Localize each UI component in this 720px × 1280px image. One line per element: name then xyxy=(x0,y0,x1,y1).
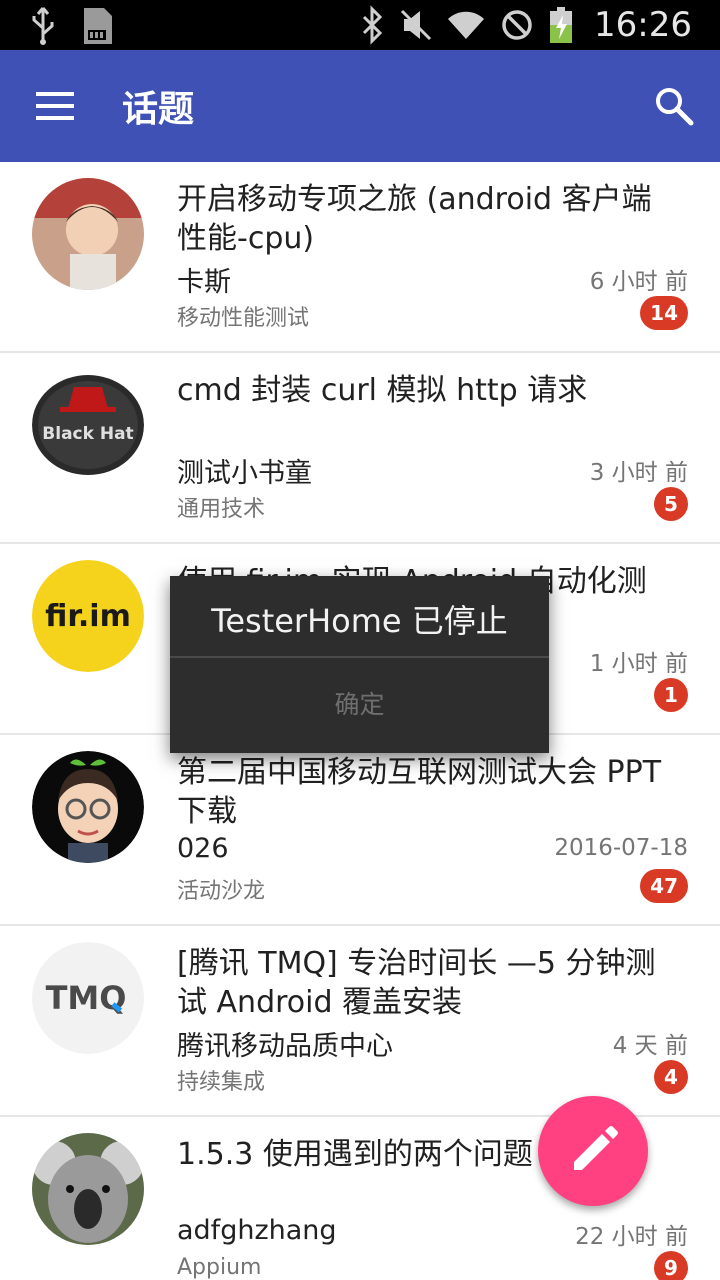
mute-icon xyxy=(400,9,432,41)
pencil-icon xyxy=(574,1126,618,1170)
topic-time: 2016-07-18 xyxy=(554,835,688,861)
topic-author[interactable]: 测试小书童 xyxy=(177,451,312,490)
avatar-logo-text: TMQ xyxy=(46,979,127,1017)
topic-title: cmd 封装 curl 模拟 http 请求 xyxy=(177,373,588,408)
topic-author[interactable]: 卡斯 xyxy=(177,260,231,299)
replies-badge: 47 xyxy=(640,869,688,903)
menu-icon[interactable] xyxy=(36,92,76,120)
replies-badge: 5 xyxy=(654,487,688,521)
replies-badge: 9 xyxy=(654,1251,688,1280)
user-avatar[interactable]: fir.im xyxy=(32,560,144,672)
topic-list-item[interactable]: 第二届中国移动互联网测试大会 PPT 下载 026 2016-07-18 活动沙… xyxy=(0,735,720,926)
no-signal-icon xyxy=(502,10,532,40)
replies-badge: 1 xyxy=(654,678,688,712)
topic-author[interactable]: 026 xyxy=(177,833,229,864)
topic-time: 22 小时 前 xyxy=(575,1224,688,1250)
battery-charging-icon xyxy=(550,7,573,43)
new-topic-button[interactable] xyxy=(538,1096,648,1206)
user-avatar[interactable]: Black Hat xyxy=(32,369,144,481)
topic-title: [腾讯 TMQ] 专治时间长 —5 分钟测试 Android 覆盖安装 xyxy=(177,946,656,1020)
topic-author[interactable]: 腾讯移动品质中心 xyxy=(177,1024,393,1063)
user-avatar[interactable] xyxy=(32,1133,144,1245)
topic-title: 开启移动专项之旅 (android 客户端性能-cpu) xyxy=(177,182,652,256)
topic-time: 3 小时 前 xyxy=(589,460,688,486)
bluetooth-icon xyxy=(362,5,383,45)
user-avatar[interactable]: TMQ xyxy=(32,942,144,1054)
replies-badge: 14 xyxy=(640,296,688,330)
sd-card-icon xyxy=(84,8,112,44)
topic-list-item[interactable]: 开启移动专项之旅 (android 客户端性能-cpu) 卡斯 6 小时 前 移… xyxy=(0,162,720,353)
topic-node[interactable]: 移动性能测试 xyxy=(177,300,309,332)
user-avatar[interactable] xyxy=(32,178,144,290)
topic-node[interactable]: 活动沙龙 xyxy=(177,873,265,905)
ok-button[interactable]: 确定 xyxy=(170,660,549,750)
black-hat-logo-text: Black Hat xyxy=(42,424,133,444)
crash-dialog: TesterHome 已停止 确定 xyxy=(170,576,549,753)
topic-node[interactable]: 持续集成 xyxy=(177,1064,265,1096)
dialog-divider xyxy=(170,656,549,658)
search-icon[interactable] xyxy=(654,86,694,126)
topic-node[interactable]: Appium xyxy=(177,1255,261,1280)
usb-icon xyxy=(32,7,54,45)
topic-time: 6 小时 前 xyxy=(589,269,688,295)
status-bar: 16:26 xyxy=(0,0,720,50)
dialog-message: TesterHome 已停止 xyxy=(211,602,508,640)
topic-time: 4 天 前 xyxy=(612,1033,688,1059)
topic-node[interactable]: 通用技术 xyxy=(177,491,265,523)
app-bar: 话题 xyxy=(0,50,720,162)
replies-badge: 4 xyxy=(654,1060,688,1094)
topic-author[interactable]: adfghzhang xyxy=(177,1215,337,1246)
topic-list-item[interactable]: Black Hat cmd 封装 curl 模拟 http 请求 测试小书童 3… xyxy=(0,353,720,544)
wifi-icon xyxy=(448,11,485,39)
user-avatar[interactable] xyxy=(32,751,144,863)
clock: 16:26 xyxy=(594,5,692,45)
avatar-logo-text: fir.im xyxy=(45,599,131,634)
topic-list-item[interactable]: TMQ [腾讯 TMQ] 专治时间长 —5 分钟测试 Android 覆盖安装 … xyxy=(0,926,720,1117)
topic-time: 1 小时 前 xyxy=(589,651,688,677)
page-title: 话题 xyxy=(122,89,195,130)
topic-title: 第二届中国移动互联网测试大会 PPT 下载 xyxy=(177,755,662,829)
